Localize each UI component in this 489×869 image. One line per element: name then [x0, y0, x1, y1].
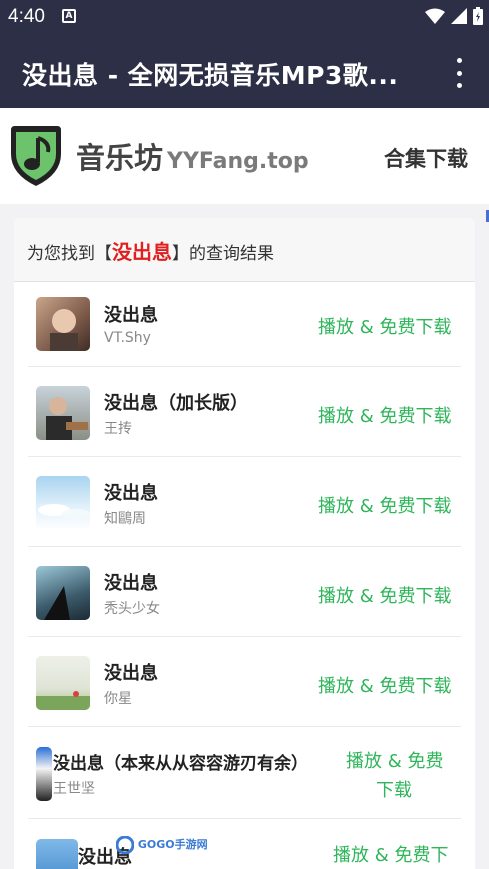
album-cover	[36, 386, 90, 440]
song-row[interactable]: 没出息 知鷗周 播放 & 免费下载	[28, 457, 461, 547]
album-cover	[36, 656, 90, 710]
music-note-logo-icon[interactable]	[8, 124, 64, 192]
results-suffix: 】的查询结果	[172, 244, 274, 264]
site-logo[interactable]: 音乐坊 YYFang.top	[76, 135, 309, 177]
results-prefix: 为您找到【	[27, 244, 112, 264]
song-row[interactable]: 没出息 播放 & 免费下	[28, 819, 461, 869]
song-artist: VT.Shy	[104, 330, 151, 346]
song-artist: 王抟	[104, 421, 132, 437]
song-title: 没出息	[104, 573, 158, 594]
play-download-button[interactable]: 播放 & 免费下载	[318, 402, 451, 428]
song-title: 没出息（本来从从容容游刃有余）	[53, 754, 308, 774]
play-download-button[interactable]: 播放 & 免费下载	[318, 313, 451, 339]
battery-icon	[473, 7, 483, 25]
song-title: 没出息（加长版）	[104, 393, 248, 414]
song-artist: 王世坚	[53, 781, 95, 797]
album-cover	[36, 297, 90, 351]
song-title: 没出息	[104, 483, 158, 504]
site-name: 音乐坊	[76, 141, 164, 175]
play-download-button[interactable]: 播放 & 免费下载	[318, 582, 451, 608]
song-artist: 秃头少女	[104, 601, 160, 617]
play-download-button[interactable]: 播放 & 免费下载	[318, 672, 451, 698]
watermark: GOGO手游网	[115, 835, 208, 855]
status-bar: 4:40 A	[0, 0, 489, 34]
album-cover	[36, 566, 90, 620]
song-artist: 你星	[104, 691, 132, 707]
signal-icon	[451, 8, 467, 24]
status-icons	[425, 7, 483, 25]
results-header: 为您找到【没出息】的查询结果	[14, 218, 475, 282]
song-row[interactable]: 没出息 VT.Shy 播放 & 免费下载	[28, 284, 461, 367]
album-cover	[36, 747, 52, 801]
wifi-icon	[425, 8, 445, 24]
more-vert-icon	[456, 58, 462, 63]
watermark-logo-icon	[115, 835, 135, 855]
play-download-button-wrap[interactable]: 下载	[376, 776, 412, 802]
song-row[interactable]: 没出息（加长版） 王抟 播放 & 免费下载	[28, 367, 461, 457]
app-bar: 没出息 - 全网无损音乐MP3歌...	[0, 34, 489, 108]
collection-download-link[interactable]: 合集下载	[384, 143, 468, 173]
song-row[interactable]: 没出息（本来从从容容游刃有余） 王世坚 播放 & 免费 下载	[28, 727, 461, 819]
song-title: 没出息	[104, 663, 158, 684]
status-time: 4:40	[8, 6, 45, 27]
song-row[interactable]: 没出息 你星 播放 & 免费下载	[28, 637, 461, 727]
song-artist: 知鷗周	[104, 511, 146, 527]
play-download-button[interactable]: 播放 & 免费下载	[318, 492, 451, 518]
page-title: 没出息 - 全网无损音乐MP3歌...	[22, 61, 399, 90]
results-card: 为您找到【没出息】的查询结果 没出息 VT.Shy 播放 & 免费下载 没出息（…	[14, 218, 475, 869]
album-cover	[36, 839, 78, 869]
search-keyword: 没出息	[112, 240, 172, 264]
play-download-button[interactable]: 播放 & 免费下	[333, 841, 448, 867]
site-domain: YYFang.top	[167, 149, 309, 174]
play-download-button[interactable]: 播放 & 免费	[346, 747, 443, 773]
song-row[interactable]: 没出息 秃头少女 播放 & 免费下载	[28, 547, 461, 637]
album-cover	[36, 476, 90, 530]
site-header: 音乐坊 YYFang.top 合集下载	[0, 108, 489, 204]
song-title: 没出息	[104, 305, 158, 326]
notification-icon: A	[62, 9, 76, 23]
more-options-button[interactable]	[449, 58, 469, 88]
watermark-text: GOGO手游网	[137, 838, 208, 851]
